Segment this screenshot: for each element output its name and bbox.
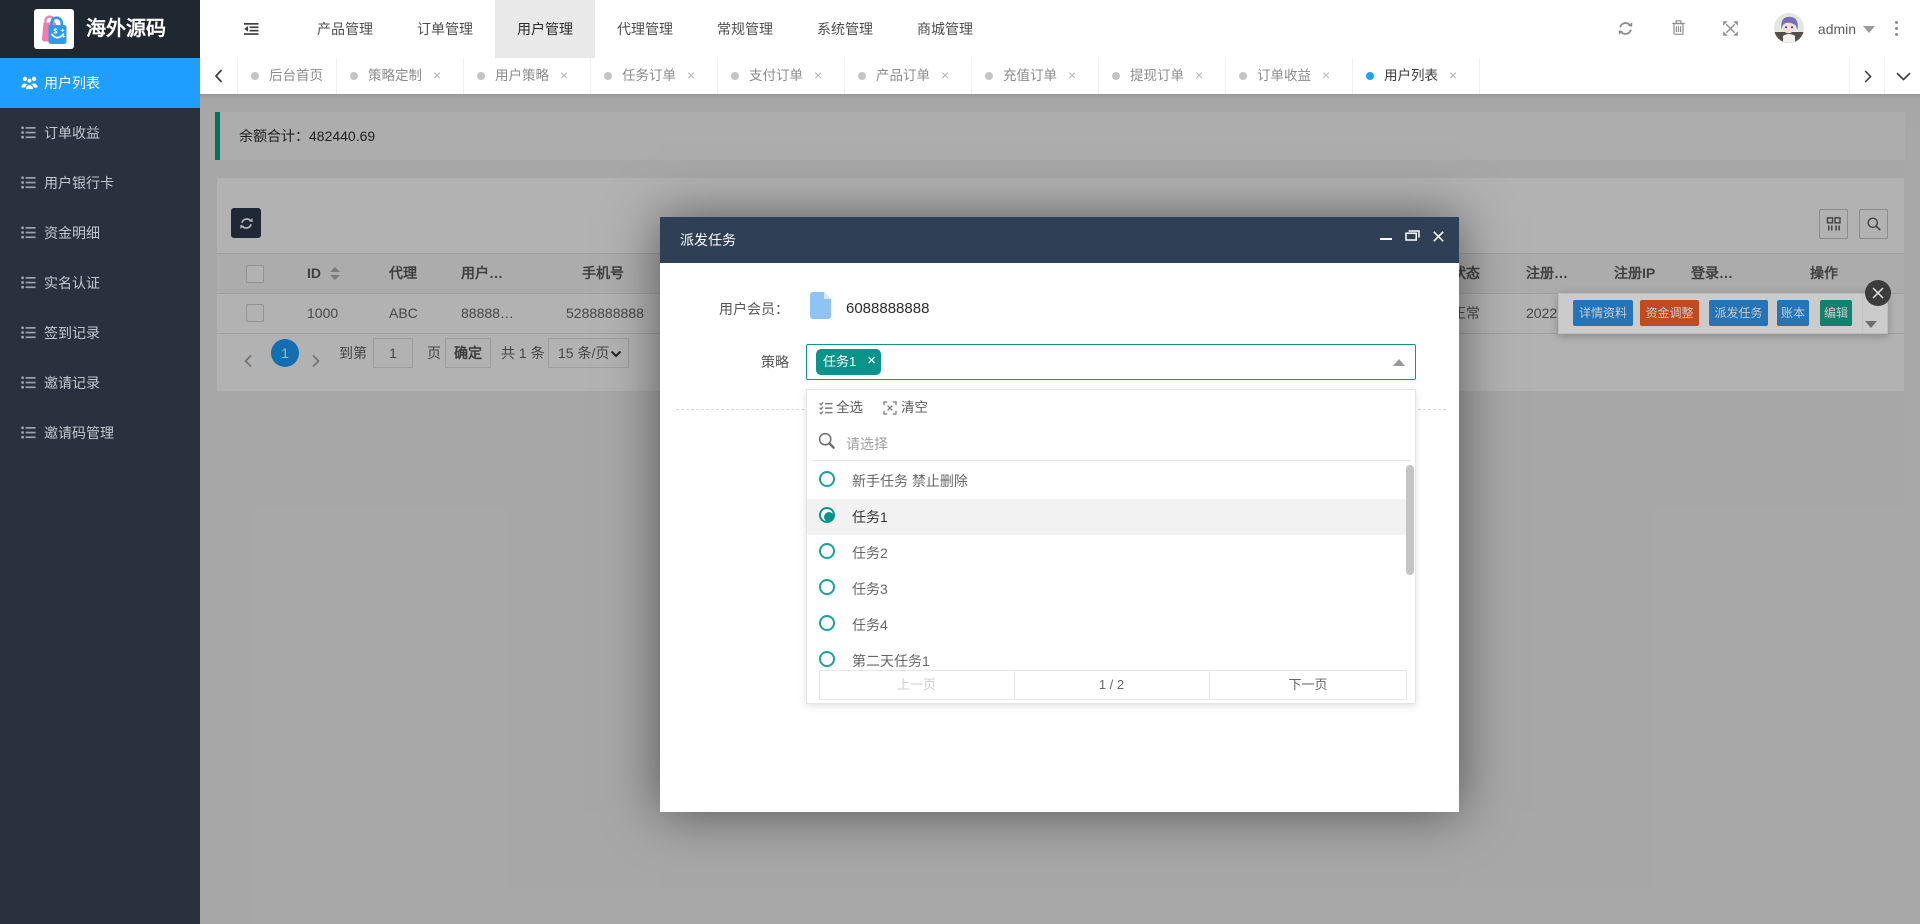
svg-text:$: $ [54, 29, 58, 36]
